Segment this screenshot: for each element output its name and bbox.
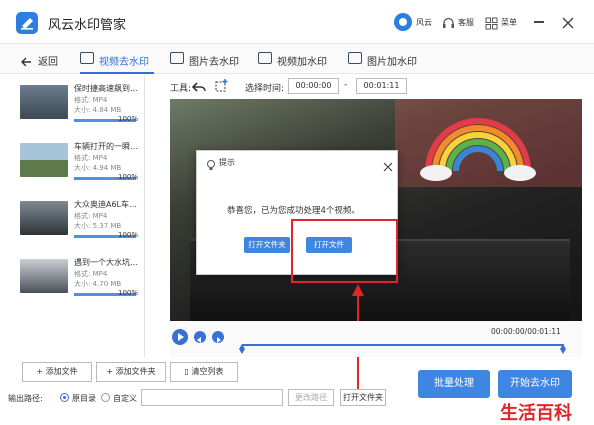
- timeline-end-handle-icon[interactable]: [560, 339, 566, 354]
- dialog-message: 恭喜您，已为您成功处理4个视频。: [227, 206, 360, 216]
- rewind-icon[interactable]: [194, 331, 206, 343]
- start-remove-watermark-button[interactable]: 开始去水印: [498, 370, 572, 398]
- highlight-box: [291, 219, 398, 283]
- clear-list-label: 清空列表: [191, 367, 224, 376]
- player-controls: 00:00:00/00:01:11: [170, 321, 582, 357]
- menu-label[interactable]: 菜单: [501, 17, 517, 28]
- tab-video-add-watermark[interactable]: 视频加水印: [277, 53, 327, 68]
- dialog-title: 提示: [219, 158, 235, 167]
- file-list: 保时捷高速飙到… 格式: MP4 大小: 4.84 MB 100% 车辆打开的一…: [0, 75, 140, 355]
- video-thumbnail: [20, 201, 68, 235]
- file-size: 大小: 4.94 MB: [74, 164, 122, 172]
- file-name: 车辆打开的一瞬…: [74, 142, 138, 151]
- rainbow-sticker-icon: [418, 111, 538, 181]
- back-arrow-icon[interactable]: [20, 53, 32, 67]
- user-label[interactable]: 风云: [416, 17, 432, 28]
- play-icon[interactable]: [172, 329, 188, 345]
- start-time-input[interactable]: 00:00:00: [288, 78, 339, 94]
- customer-service-label[interactable]: 客服: [458, 17, 474, 28]
- file-size: 大小: 4.70 MB: [74, 280, 122, 288]
- add-folder-button[interactable]: + 添加文件夹: [96, 362, 166, 382]
- plus-icon: +: [106, 367, 116, 376]
- file-format: 格式: MP4: [74, 96, 108, 104]
- radio-custom[interactable]: [101, 393, 110, 402]
- add-folder-label: 添加文件夹: [115, 367, 156, 376]
- title-bar: 风云水印管家 风云 客服 菜单: [0, 0, 594, 44]
- open-folder-button[interactable]: 打开文件夹: [244, 237, 290, 253]
- image-icon: [170, 52, 184, 64]
- timeline-track[interactable]: [242, 344, 564, 346]
- list-item[interactable]: 遇到一个大水坑… 格式: MP4 大小: 4.70 MB 100%: [20, 251, 138, 306]
- app-logo-icon: [16, 12, 38, 34]
- clear-list-button[interactable]: ▯ 清空列表: [170, 362, 238, 382]
- select-time-label: 选择时间:: [245, 84, 285, 94]
- tab-video-remove-watermark[interactable]: 视频去水印: [99, 53, 149, 68]
- undo-icon[interactable]: [191, 79, 206, 93]
- minimize-icon[interactable]: [534, 21, 544, 23]
- progress-text: 100%: [118, 173, 139, 181]
- file-size: 大小: 5.37 MB: [74, 222, 122, 230]
- nav-bar: 返回 视频去水印 图片去水印 视频加水印 图片加水印: [0, 44, 594, 74]
- close-window-icon[interactable]: [562, 14, 574, 29]
- dialog-close-icon[interactable]: [383, 157, 393, 172]
- plus-icon: +: [36, 367, 46, 376]
- sidebar-divider: [144, 75, 145, 357]
- tab-image-remove-watermark[interactable]: 图片去水印: [189, 53, 239, 68]
- image-add-icon: [348, 52, 362, 64]
- file-name: 大众奥迪A6L车…: [74, 200, 138, 209]
- original-dir-label: 原目录: [72, 394, 96, 403]
- list-item[interactable]: 车辆打开的一瞬… 格式: MP4 大小: 4.94 MB 100%: [20, 135, 138, 190]
- file-name: 保时捷高速飙到…: [74, 84, 138, 93]
- add-file-button[interactable]: + 添加文件: [22, 362, 92, 382]
- list-item[interactable]: 保时捷高速飙到… 格式: MP4 大小: 4.84 MB 100%: [20, 77, 138, 132]
- app-title: 风云水印管家: [48, 18, 127, 33]
- user-avatar-icon[interactable]: [394, 13, 412, 31]
- file-format: 格式: MP4: [74, 270, 108, 278]
- video-add-icon: [258, 52, 272, 64]
- progress-text: 100%: [118, 115, 139, 123]
- end-time-input[interactable]: 00:01:11: [356, 78, 407, 94]
- open-output-folder-button[interactable]: 打开文件夹: [340, 389, 386, 406]
- active-tab-indicator: [80, 72, 154, 74]
- add-file-label: 添加文件: [45, 367, 78, 376]
- video-thumbnail: [20, 259, 68, 293]
- radio-original-dir[interactable]: [60, 393, 69, 402]
- menu-grid-icon[interactable]: [485, 15, 498, 30]
- corner-watermark-text: 生活百科: [500, 403, 572, 424]
- timeline-start-handle-icon[interactable]: [239, 339, 245, 354]
- time-separator: -: [344, 80, 348, 90]
- file-format: 格式: MP4: [74, 154, 108, 162]
- tab-image-add-watermark[interactable]: 图片加水印: [367, 53, 417, 68]
- forward-icon[interactable]: [212, 331, 224, 343]
- file-size: 大小: 4.84 MB: [74, 106, 122, 114]
- progress-text: 100%: [118, 231, 139, 239]
- progress-text: 100%: [118, 289, 139, 297]
- change-path-button[interactable]: 更改路径: [288, 389, 334, 406]
- select-region-icon[interactable]: [214, 78, 229, 93]
- batch-process-button[interactable]: 批量处理: [418, 370, 490, 398]
- custom-label: 自定义: [113, 394, 137, 403]
- output-path-label: 输出路径:: [8, 394, 43, 403]
- back-link[interactable]: 返回: [38, 53, 58, 68]
- headset-icon[interactable]: [442, 15, 455, 28]
- file-format: 格式: MP4: [74, 212, 108, 220]
- lightbulb-icon: [205, 156, 217, 170]
- video-icon: [80, 52, 94, 64]
- file-name: 遇到一个大水坑…: [74, 258, 138, 267]
- time-display: 00:00:00/00:01:11: [491, 327, 561, 336]
- list-item[interactable]: 大众奥迪A6L车… 格式: MP4 大小: 5.37 MB 100%: [20, 193, 138, 248]
- video-thumbnail: [20, 143, 68, 177]
- tools-label: 工具:: [170, 84, 192, 94]
- output-path-input[interactable]: [141, 389, 283, 406]
- video-thumbnail: [20, 85, 68, 119]
